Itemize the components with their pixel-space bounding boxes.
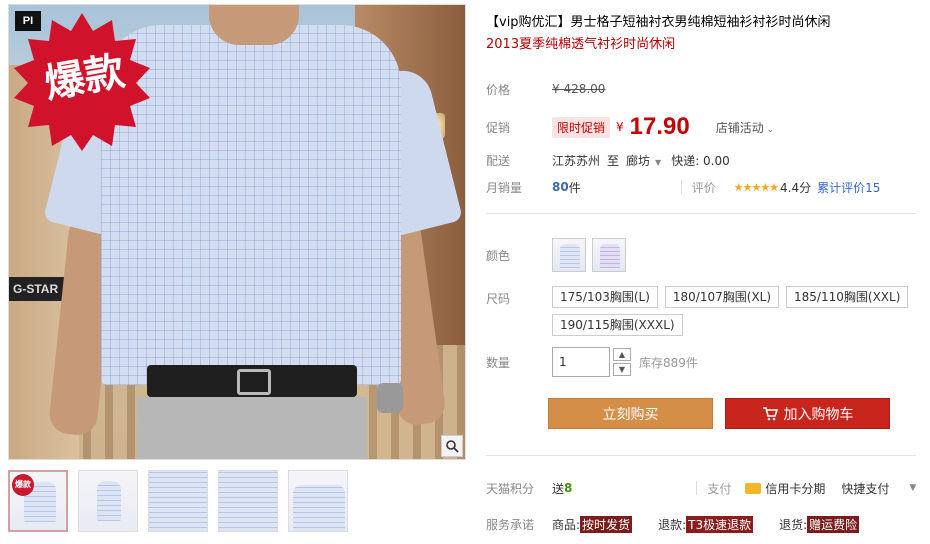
delivery-destination-select[interactable]: 廊坊 ▼	[626, 152, 661, 169]
delivery-from: 江苏苏州	[552, 153, 601, 168]
swatch-shirt	[600, 244, 620, 268]
tmall-points-label: 天猫积分	[486, 481, 535, 496]
thumbnail-strip: 爆款	[8, 470, 348, 532]
product-subtitle: 2013夏季纯棉透气衬衫时尚休闲	[486, 37, 676, 52]
shipping-insurance-badge[interactable]: 赠运费险	[807, 515, 860, 533]
add-to-cart-label: 加入购物车	[783, 406, 854, 423]
color-label: 颜色	[486, 248, 511, 263]
caret-down-icon[interactable]: ▼	[909, 483, 916, 493]
caret-down-icon: ▼	[655, 157, 662, 167]
monthly-sales-label: 月销量	[486, 180, 523, 195]
quantity-row: 数量 1 ▲ ▼ 库存889件	[486, 346, 698, 378]
cart-icon	[762, 406, 778, 420]
credit-installment-link[interactable]: 信用卡分期	[745, 480, 825, 497]
quantity-input[interactable]: 1	[552, 347, 610, 377]
credit-installment-label: 信用卡分期	[765, 481, 826, 496]
color-swatch-2[interactable]	[592, 238, 626, 272]
thumbnail-1[interactable]: 爆款	[8, 470, 68, 532]
currency-symbol: ¥	[616, 120, 624, 134]
size-options-line2: 190/115胸围(XXXL)	[552, 314, 690, 336]
thumbnail-shirt	[293, 485, 345, 531]
main-product-image[interactable]: G-STAR PI 爆款	[8, 4, 466, 460]
delivery-destination: 廊坊	[626, 153, 651, 168]
points-send: 送	[552, 481, 565, 496]
divider	[680, 180, 682, 194]
chevron-down-icon: ⌄	[763, 124, 775, 135]
size-label: 尺码	[486, 292, 511, 306]
stock-count: 库存889件	[639, 355, 698, 370]
model-neck	[209, 5, 299, 45]
shop-activity-dropdown[interactable]: 店铺活动 ⌄	[716, 119, 774, 136]
divider	[486, 213, 916, 214]
rating-label: 评价	[691, 180, 716, 195]
shop-activity-label: 店铺活动	[715, 120, 764, 135]
fast-refund-badge[interactable]: T3极速退款	[686, 515, 754, 533]
original-price: ¥ 428.00	[552, 82, 606, 96]
color-row: 颜色	[486, 237, 632, 273]
monthly-sales-count: 80	[552, 180, 569, 194]
on-time-delivery-badge[interactable]: 按时发货	[580, 515, 633, 533]
wrist-watch	[377, 383, 403, 413]
service-row: 服务承诺 商品: 按时发货 退款: T3极速退款 退货: 赠运费险	[486, 513, 860, 535]
rating-score: 4.4分	[780, 180, 812, 195]
sales-row: 月销量 80 件 评价 ★★★★★ 4.4分 累计评价15	[486, 176, 880, 198]
size-option-xl[interactable]: 180/107胸围(XL)	[664, 286, 780, 308]
thumbnail-5[interactable]	[288, 470, 348, 532]
divider	[486, 455, 916, 456]
delivery-label: 配送	[486, 153, 511, 168]
size-options-line1: 175/103胸围(L) 180/107胸围(XL) 185/110胸围(XXL…	[552, 286, 912, 308]
delivery-to-word: 至	[607, 153, 620, 168]
zoom-icon[interactable]	[441, 435, 463, 457]
belt-buckle	[237, 369, 271, 395]
service-return-label: 退货:	[779, 517, 808, 532]
express-fee: 快递: 0.00	[671, 153, 730, 168]
credit-card-icon	[745, 482, 762, 494]
thumbnail-2[interactable]	[78, 470, 138, 532]
size-option-xxl[interactable]: 185/110胸围(XXL)	[786, 286, 909, 308]
product-title-block: 【vip购优汇】男士格子短袖衬衣男纯棉短袖衫衬衫时尚休闲 2013夏季纯棉透气衬…	[486, 12, 926, 56]
chevron-up-icon: ▲	[618, 350, 626, 359]
quantity-decrease-button[interactable]: ▼	[613, 363, 631, 376]
review-count-link[interactable]: 累计评价15	[817, 179, 880, 196]
size-option-xxxl[interactable]: 190/115胸围(XXXL)	[552, 314, 683, 336]
quantity-stepper: ▲ ▼	[613, 348, 631, 376]
thumbnail-badge: 爆款	[12, 474, 34, 496]
quantity-increase-button[interactable]: ▲	[613, 348, 631, 361]
thumbnail-shirt	[149, 471, 207, 531]
service-refund-label: 退款:	[658, 517, 687, 532]
swatch-shirt	[560, 244, 580, 268]
product-gallery: G-STAR PI 爆款 爆款	[8, 4, 468, 544]
size-option-l[interactable]: 175/103胸围(L)	[552, 286, 658, 308]
current-price: 17.90	[629, 113, 690, 140]
payment-label: 支付	[707, 481, 732, 496]
quick-pay-link[interactable]: 快捷支付	[841, 480, 889, 497]
divider	[696, 481, 698, 495]
delivery-row: 配送 江苏苏州 至 廊坊 ▼ 快递: 0.00	[486, 149, 730, 171]
quantity-label: 数量	[486, 355, 511, 370]
model-pants	[137, 397, 367, 459]
product-title: 【vip购优汇】男士格子短袖衬衣男纯棉短袖衫衬衫时尚休闲	[486, 15, 831, 30]
rating-stars-icon: ★★★★★	[733, 180, 779, 194]
price-label: 价格	[486, 82, 511, 97]
chevron-down-icon: ▼	[618, 365, 626, 374]
points-value: 8	[564, 481, 573, 495]
thumbnail-shirt	[219, 471, 277, 531]
thumbnail-shirt	[97, 481, 121, 521]
promo-tag: 限时促销	[552, 116, 611, 138]
buy-now-button[interactable]: 立刻购买	[548, 398, 713, 429]
promo-row: 促销 限时促销 ¥ 17.90 店铺活动 ⌄	[486, 112, 774, 142]
price-row: 价格 ¥ 428.00	[486, 78, 605, 100]
thumbnail-4[interactable]	[218, 470, 278, 532]
add-to-cart-button[interactable]: 加入购物车	[725, 398, 890, 429]
monthly-sales-unit: 件	[568, 180, 581, 195]
service-goods-label: 商品:	[552, 517, 581, 532]
buy-now-label: 立刻购买	[602, 406, 659, 423]
service-label: 服务承诺	[486, 517, 535, 532]
thumbnail-3[interactable]	[148, 470, 208, 532]
points-row: 天猫积分 送 8 支付 信用卡分期 快捷支付 ▼	[486, 477, 916, 499]
promo-label: 促销	[486, 120, 511, 135]
color-swatch-1[interactable]	[552, 238, 586, 272]
